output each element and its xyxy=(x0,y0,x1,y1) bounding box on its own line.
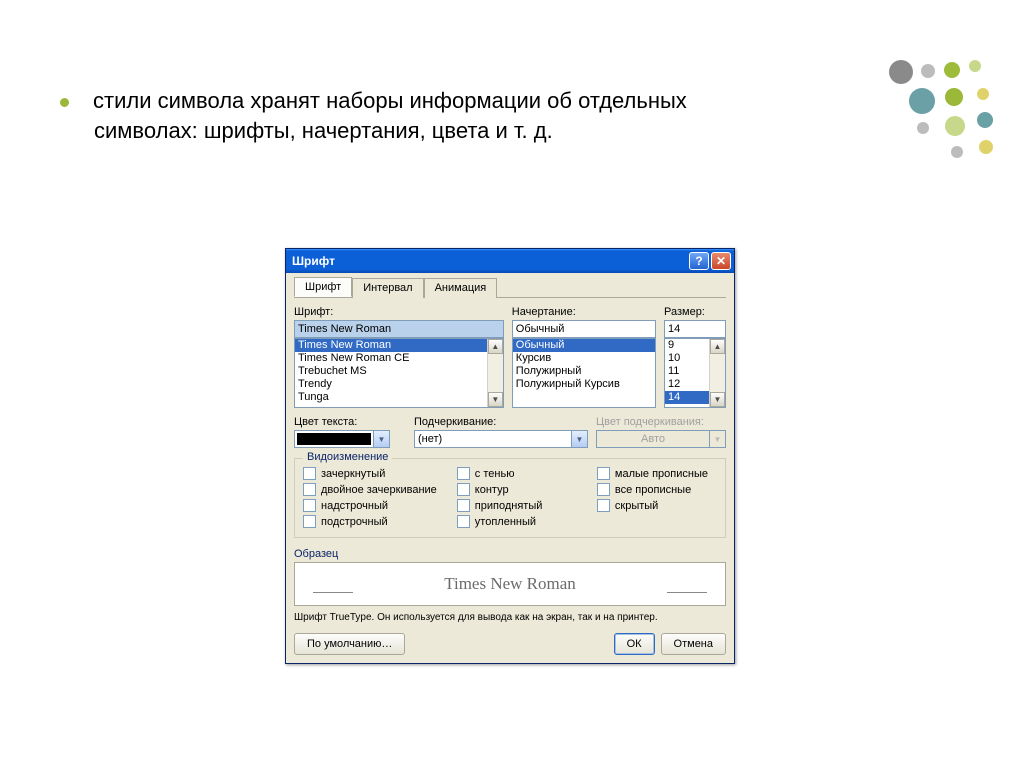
font-dialog: Шрифт ? ✕ Шрифт Интервал Анимация Шрифт:… xyxy=(285,248,735,664)
underline-input[interactable] xyxy=(414,430,572,448)
close-button[interactable]: ✕ xyxy=(711,252,731,270)
checkbox-icon[interactable] xyxy=(457,515,470,528)
checkbox-icon[interactable] xyxy=(457,467,470,480)
chevron-down-icon[interactable]: ▼ xyxy=(572,430,588,448)
checkbox-double-strike[interactable]: двойное зачеркивание xyxy=(303,483,437,496)
size-listbox[interactable]: 9 10 11 12 14 ▲ ▼ xyxy=(664,338,726,408)
checkbox-smallcaps[interactable]: малые прописные xyxy=(597,467,717,480)
list-item[interactable]: Trebuchet MS xyxy=(295,365,503,378)
ok-button[interactable]: ОК xyxy=(614,633,655,655)
list-item[interactable]: Times New Roman CE xyxy=(295,352,503,365)
list-item[interactable]: Tunga xyxy=(295,391,503,404)
sample-preview: Times New Roman xyxy=(294,562,726,606)
scroll-up-icon[interactable]: ▲ xyxy=(710,339,725,354)
label-style: Начертание: xyxy=(512,306,656,318)
truetype-hint: Шрифт TrueType. Он используется для выво… xyxy=(294,612,726,623)
dialog-title: Шрифт xyxy=(292,254,335,268)
underline-color-input xyxy=(596,430,710,448)
list-item[interactable]: Trendy xyxy=(295,378,503,391)
chevron-down-icon: ▼ xyxy=(710,430,726,448)
list-item[interactable]: Полужирный xyxy=(513,365,655,378)
tab-font[interactable]: Шрифт xyxy=(294,277,352,297)
tab-strip: Шрифт Интервал Анимация xyxy=(294,277,726,298)
list-item[interactable]: Полужирный Курсив xyxy=(513,378,655,391)
font-input[interactable] xyxy=(294,320,504,338)
slide-bullet: стили символа хранят наборы информации о… xyxy=(60,86,780,145)
checkbox-shadow[interactable]: с тенью xyxy=(457,467,577,480)
chevron-down-icon[interactable]: ▼ xyxy=(374,430,390,448)
cancel-button[interactable]: Отмена xyxy=(661,633,726,655)
checkbox-emboss[interactable]: приподнятый xyxy=(457,499,577,512)
list-item[interactable]: Обычный xyxy=(513,339,655,352)
bullet-icon xyxy=(60,98,69,107)
underline-combo[interactable]: ▼ xyxy=(414,430,588,448)
effects-groupbox: Видоизменение зачеркнутый двойное зачерк… xyxy=(294,458,726,538)
label-text-color: Цвет текста: xyxy=(294,416,406,428)
checkbox-icon[interactable] xyxy=(303,515,316,528)
label-size: Размер: xyxy=(664,306,726,318)
checkbox-icon[interactable] xyxy=(303,499,316,512)
checkbox-icon[interactable] xyxy=(597,467,610,480)
sample-label: Образец xyxy=(294,548,726,560)
list-item[interactable]: Курсив xyxy=(513,352,655,365)
slide-text-content: стили символа хранят наборы информации о… xyxy=(93,88,687,143)
decorative-dots xyxy=(849,60,1009,180)
help-button[interactable]: ? xyxy=(689,252,709,270)
scrollbar[interactable]: ▲ ▼ xyxy=(487,339,503,407)
sample-text: Times New Roman xyxy=(444,574,576,594)
scrollbar[interactable]: ▲ ▼ xyxy=(709,339,725,407)
style-listbox[interactable]: Обычный Курсив Полужирный Полужирный Кур… xyxy=(512,338,656,408)
checkbox-superscript[interactable]: надстрочный xyxy=(303,499,437,512)
tab-interval[interactable]: Интервал xyxy=(352,278,423,298)
text-color-combo[interactable]: ▼ xyxy=(294,430,406,448)
checkbox-hidden[interactable]: скрытый xyxy=(597,499,717,512)
checkbox-subscript[interactable]: подстрочный xyxy=(303,515,437,528)
label-underline: Подчеркивание: xyxy=(414,416,588,428)
checkbox-icon[interactable] xyxy=(457,499,470,512)
scroll-up-icon[interactable]: ▲ xyxy=(488,339,503,354)
size-input[interactable] xyxy=(664,320,726,338)
effects-legend: Видоизменение xyxy=(303,451,392,463)
label-font: Шрифт: xyxy=(294,306,504,318)
checkbox-icon[interactable] xyxy=(303,483,316,496)
font-listbox[interactable]: Times New Roman Times New Roman CE Trebu… xyxy=(294,338,504,408)
scroll-down-icon[interactable]: ▼ xyxy=(710,392,725,407)
checkbox-strikethrough[interactable]: зачеркнутый xyxy=(303,467,437,480)
checkbox-engrave[interactable]: утопленный xyxy=(457,515,577,528)
list-item[interactable]: Times New Roman xyxy=(295,339,503,352)
checkbox-icon[interactable] xyxy=(597,499,610,512)
style-input[interactable] xyxy=(512,320,656,338)
checkbox-allcaps[interactable]: все прописные xyxy=(597,483,717,496)
dialog-titlebar[interactable]: Шрифт ? ✕ xyxy=(286,249,734,273)
underline-color-combo: ▼ xyxy=(596,430,726,448)
tab-animation[interactable]: Анимация xyxy=(424,278,498,298)
label-underline-color: Цвет подчеркивания: xyxy=(596,416,726,428)
checkbox-icon[interactable] xyxy=(457,483,470,496)
checkbox-outline[interactable]: контур xyxy=(457,483,577,496)
scroll-down-icon[interactable]: ▼ xyxy=(488,392,503,407)
checkbox-icon[interactable] xyxy=(303,467,316,480)
checkbox-icon[interactable] xyxy=(597,483,610,496)
default-button[interactable]: По умолчанию… xyxy=(294,633,405,655)
